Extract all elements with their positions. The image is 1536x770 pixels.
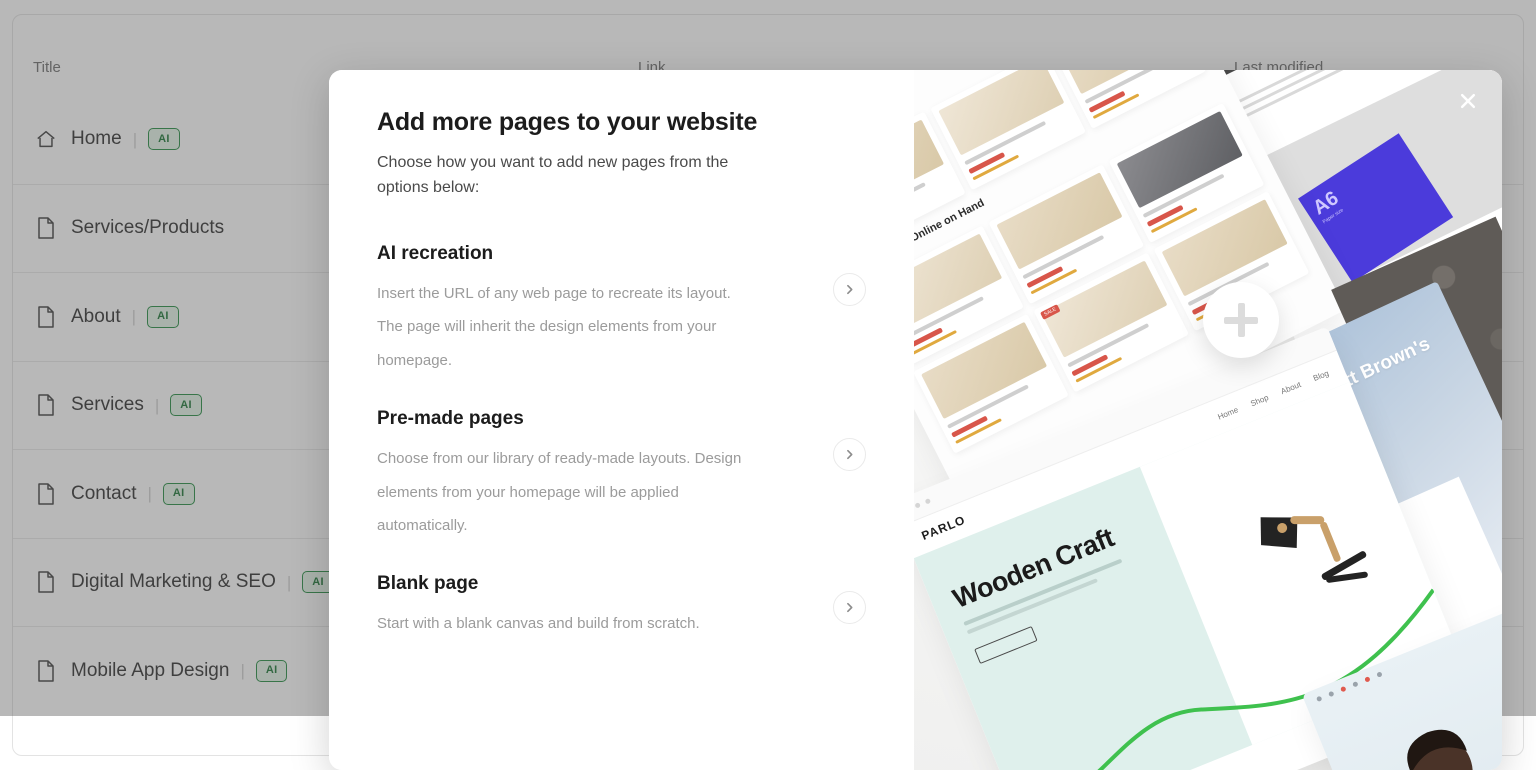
option-ai-recreation[interactable]: AI recreation Insert the URL of any web …: [377, 241, 866, 378]
option-description: Start with a blank canvas and build from…: [377, 607, 700, 641]
modal-content-panel: Add more pages to your website Choose ho…: [329, 70, 914, 770]
modal-title: Add more pages to your website: [377, 108, 866, 137]
chevron-right-icon: [843, 283, 856, 296]
pre-made-pages-next-button[interactable]: [833, 438, 866, 471]
add-page-plus-button[interactable]: [1203, 282, 1279, 358]
option-pre-made-pages[interactable]: Pre-made pages Choose from our library o…: [377, 406, 866, 543]
template-collage-artwork: A6 Paper size Featured Products SALE: [914, 70, 1502, 770]
chevron-right-icon: [843, 448, 856, 461]
option-blank-page[interactable]: Blank page Start with a blank canvas and…: [377, 571, 866, 641]
blank-page-next-button[interactable]: [833, 591, 866, 624]
parlo-cta-button: [974, 626, 1037, 664]
option-title: Pre-made pages: [377, 408, 749, 430]
option-text: Blank page Start with a blank canvas and…: [377, 571, 700, 641]
option-text: Pre-made pages Choose from our library o…: [377, 406, 749, 543]
option-title: AI recreation: [377, 243, 749, 265]
person-photo: [1365, 688, 1502, 770]
option-description: Choose from our library of ready-made la…: [377, 442, 749, 543]
modal-illustration-panel: A6 Paper size Featured Products SALE: [914, 70, 1502, 770]
close-button[interactable]: [1453, 86, 1483, 116]
option-title: Blank page: [377, 573, 700, 595]
modal-subtitle: Choose how you want to add new pages fro…: [377, 151, 757, 201]
add-pages-modal: Add more pages to your website Choose ho…: [329, 70, 1502, 770]
option-description: Insert the URL of any web page to recrea…: [377, 277, 749, 378]
chevron-right-icon: [843, 601, 856, 614]
ai-recreation-next-button[interactable]: [833, 273, 866, 306]
close-icon: [1458, 91, 1478, 111]
option-text: AI recreation Insert the URL of any web …: [377, 241, 749, 378]
